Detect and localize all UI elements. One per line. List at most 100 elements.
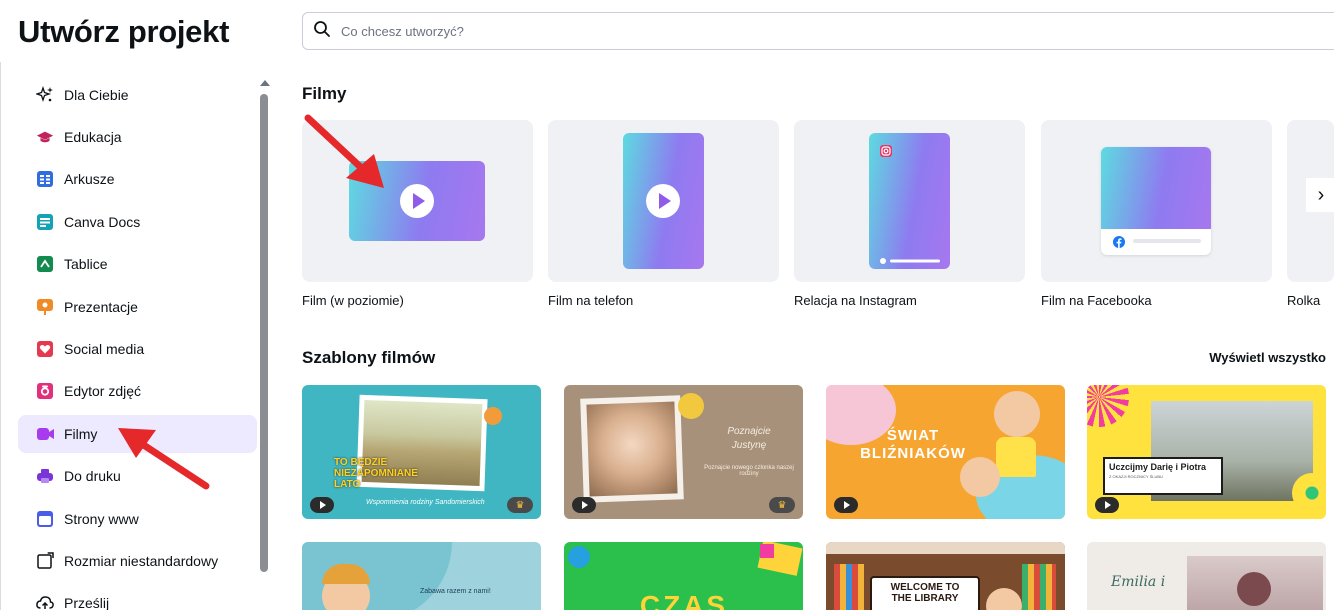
template-text: TO BĘDZIE NIEZAPOMNIANE LATO [334,457,418,490]
carousel-next-button[interactable]: › [1306,178,1334,212]
docs-icon [36,213,54,231]
story-progress-icon [880,251,940,269]
template-decor-dot [484,407,502,425]
search-bar[interactable] [302,12,1334,50]
template-top-band [826,542,1065,554]
templates-heading: Szablony filmów [302,348,436,367]
page-title: Utwórz projekt [18,14,230,49]
illustration-child-icon [994,391,1040,437]
bookshelf-decor-icon [834,564,864,610]
sidebar-item-strony-www[interactable]: Strony www [18,500,257,538]
illustration-child-icon [960,457,1000,497]
sidebar-item-filmy[interactable]: Filmy [18,415,257,453]
template-script-text: Wspomnienia rodziny Sandomierskich [366,499,485,506]
format-card-film-facebook[interactable] [1041,120,1272,282]
template-card[interactable]: TO BĘDZIE NIEZAPOMNIANE LATO Wspomnienia… [302,385,541,519]
sidebar-item-social-media[interactable]: Social media [18,330,257,368]
template-text: ŚWIAT BLIŹNIAKÓW [860,427,966,462]
website-icon [36,510,54,528]
sparkle-icon [36,86,54,104]
sidebar-item-canva-docs[interactable]: Canva Docs [18,203,257,241]
format-card-label: Film (w poziomie) [302,293,404,308]
flower-decor-icon [678,393,704,419]
search-icon [313,20,331,43]
upload-icon [36,594,54,610]
sidebar-item-label: Dla Ciebie [64,87,129,103]
sidebar-item-do-druku[interactable]: Do druku [18,457,257,495]
format-card-label: Relacja na Instagram [794,293,917,308]
presentation-icon [36,298,54,316]
format-card-label: Rolka [1287,293,1321,308]
graduation-cap-icon [36,128,54,146]
template-photo-frame [580,395,684,503]
sidebar-item-arkusze[interactable]: Arkusze [18,160,257,198]
sidebar-item-label: Strony www [64,511,139,527]
sidebar-scrollbar[interactable] [260,94,268,572]
template-card[interactable]: Uczcijmy Darię i Piotra Z OKAZJI ROCZNIC… [1087,385,1326,519]
sidebar-item-label: Prezentacje [64,299,138,315]
sidebar-item-dla-ciebie[interactable]: Dla Ciebie [18,76,257,114]
format-card-label: Film na telefon [548,293,634,308]
template-card[interactable]: WELCOME TO THE LIBRARY [826,542,1065,610]
template-sign: WELCOME TO THE LIBRARY [870,576,980,610]
play-badge-icon [834,497,858,513]
crown-icon: ♛ [769,497,795,513]
sidebar-item-label: Arkusze [64,171,115,187]
custom-size-icon [36,552,54,570]
flower-decor-icon [1237,572,1271,606]
template-card[interactable]: ŚWIAT BLIŹNIAKÓW [826,385,1065,519]
camera-icon [36,382,54,400]
template-card[interactable]: CZAS [564,542,803,610]
illustration-child-icon [986,588,1022,610]
play-badge-icon [310,497,334,513]
template-text: CZAS [639,590,729,610]
sidebar-item-tablice[interactable]: Tablice [18,245,257,283]
template-text-box: Uczcijmy Darię i Piotra Z OKAZJI ROCZNIC… [1103,457,1223,495]
sidebar-item-label: Canva Docs [64,214,141,230]
template-card[interactable]: Zabawa razem z nami! [302,542,541,610]
sidebar-item-edukacja[interactable]: Edukacja [18,118,257,156]
crown-icon: ♛ [507,497,533,513]
sidebar-item-rozmiar-niestandardowy[interactable]: Rozmiar niestandardowy [18,542,257,580]
format-card-film-telefon[interactable] [548,120,779,282]
sidebar-item-prezentacje[interactable]: Prezentacje [18,288,257,326]
bookshelf-decor-icon [1022,564,1056,610]
format-card-film-poziomy[interactable] [302,120,533,282]
format-card-relacja-instagram[interactable] [794,120,1025,282]
template-subtext: Poznajcie nowego członka naszej rodziny [704,465,794,477]
format-card-label: Film na Facebooka [1041,293,1152,308]
sidebar-item-label: Edukacja [64,129,122,145]
scroll-up-arrow[interactable] [260,80,270,86]
sidebar-divider [0,62,1,610]
whiteboard-icon [36,255,54,273]
play-badge-icon [572,497,596,513]
template-text: Poznajcie Justynę [727,426,771,451]
search-input[interactable] [341,23,941,39]
chevron-right-icon: › [1317,183,1325,206]
facebook-icon [1113,235,1125,253]
decor-square [760,544,774,558]
sidebar-item-label: Tablice [64,256,108,272]
template-text: Zabawa razem z nami! [420,588,491,595]
template-card[interactable]: Poznajcie Justynę Poznajcie nowego człon… [564,385,803,519]
sunburst-decor [1087,385,1129,427]
play-icon [400,184,434,218]
sidebar-item-przeslij[interactable]: Prześlij [18,584,257,610]
play-icon [646,184,680,218]
printer-icon [36,467,54,485]
sheet-icon [36,170,54,188]
sidebar-item-label: Rozmiar niestandardowy [64,553,219,569]
heart-icon [36,340,54,358]
see-all-link[interactable]: Wyświetl wszystko [1209,350,1326,365]
palette-decor-icon [568,546,590,568]
template-text: Emilia i [1111,574,1166,590]
sidebar-item-edytor-zdjec[interactable]: Edytor zdjęć [18,372,257,410]
sidebar-item-label: Social media [64,341,145,357]
facebook-post-thumb [1101,147,1211,255]
sidebar-item-label: Filmy [64,426,98,442]
template-card[interactable]: Emilia i [1087,542,1326,610]
sidebar-item-label: Edytor zdjęć [64,383,142,399]
starburst-decor [1292,473,1326,513]
video-icon [36,425,54,443]
films-heading: Filmy [302,84,347,103]
